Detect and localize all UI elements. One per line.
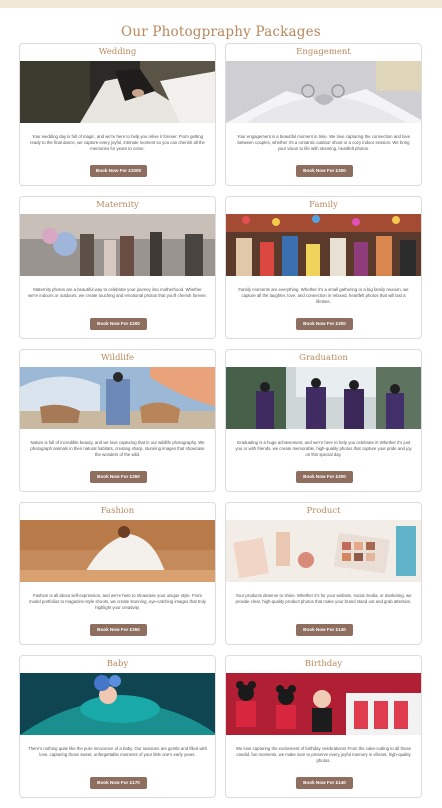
product-photo [226, 520, 421, 582]
card-description: There's nothing quite like the pure inno… [28, 746, 207, 758]
book-birthday-button[interactable]: Book Now For £140 [296, 777, 353, 789]
fashion-photo [20, 520, 215, 582]
engagement-photo [226, 61, 421, 123]
card-title: Engagement [296, 47, 351, 57]
card-title: Wildlife [100, 353, 135, 363]
card-description: Your products deserve to shine. Whether … [235, 593, 412, 605]
package-card-baby: Baby There's nothing quite like the pure… [19, 655, 216, 798]
wildlife-photo [20, 367, 215, 429]
package-card-engagement: Engagement Your engagement is a beautifu… [225, 43, 422, 186]
card-title: Fashion [100, 506, 135, 516]
card-title: Wedding [98, 47, 137, 57]
package-card-graduation: Graduation Graduating is a huge achievem… [225, 349, 422, 492]
card-title: Maternity [96, 200, 139, 210]
package-card-wedding: Wedding Your wedding day is full of magi… [19, 43, 216, 186]
packages-grid: Wedding Your wedding day is full of magi… [0, 0, 442, 808]
card-description: We love capturing the excitement of birt… [236, 746, 411, 764]
card-title: Family [309, 200, 338, 210]
card-title: Graduation [299, 353, 348, 363]
card-title: Product [306, 506, 341, 516]
graduation-photo [226, 367, 421, 429]
book-engagement-button[interactable]: Book Now For £300 [296, 165, 353, 177]
birthday-photo [226, 673, 421, 735]
package-card-product: Product Your products deserve to shine. … [225, 502, 422, 645]
book-wildlife-button[interactable]: Book Now For £350 [90, 471, 147, 483]
package-card-family: Family Family moments are everything. Wh… [225, 196, 422, 339]
card-description: Fashion is all about self-expression, an… [29, 593, 206, 611]
book-maternity-button[interactable]: Book Now For £300 [90, 318, 147, 330]
maternity-photo [20, 214, 215, 276]
card-description: Graduating is a huge achievement, and we… [235, 440, 412, 458]
card-description: Family moments are everything. Whether i… [238, 287, 409, 305]
card-title: Birthday [304, 659, 343, 669]
card-description: Your wedding day is full of magic, and w… [30, 134, 205, 152]
card-description: Maternity photos are a beautiful way to … [28, 287, 207, 299]
book-baby-button[interactable]: Book Now For £170 [90, 777, 147, 789]
family-photo [226, 214, 421, 276]
card-description: Nature is full of incredible beauty, and… [30, 440, 205, 458]
package-card-birthday: Birthday We love capturing the excitemen… [225, 655, 422, 798]
package-card-wildlife: Wildlife Nature is full of incredible be… [19, 349, 216, 492]
wedding-photo [20, 61, 215, 123]
card-title: Baby [106, 659, 129, 669]
book-product-button[interactable]: Book Now For £140 [296, 624, 353, 636]
book-wedding-button[interactable]: Book Now For £1000 [90, 165, 147, 177]
book-fashion-button[interactable]: Book Now For £350 [90, 624, 147, 636]
book-family-button[interactable]: Book Now For £300 [296, 318, 353, 330]
book-graduation-button[interactable]: Book Now For £300 [296, 471, 353, 483]
package-card-maternity: Maternity Maternity photos are a beautif… [19, 196, 216, 339]
baby-photo [20, 673, 215, 735]
card-description: Your engagement is a beautiful moment in… [237, 134, 410, 152]
package-card-fashion: Fashion Fashion is all about self-expres… [19, 502, 216, 645]
